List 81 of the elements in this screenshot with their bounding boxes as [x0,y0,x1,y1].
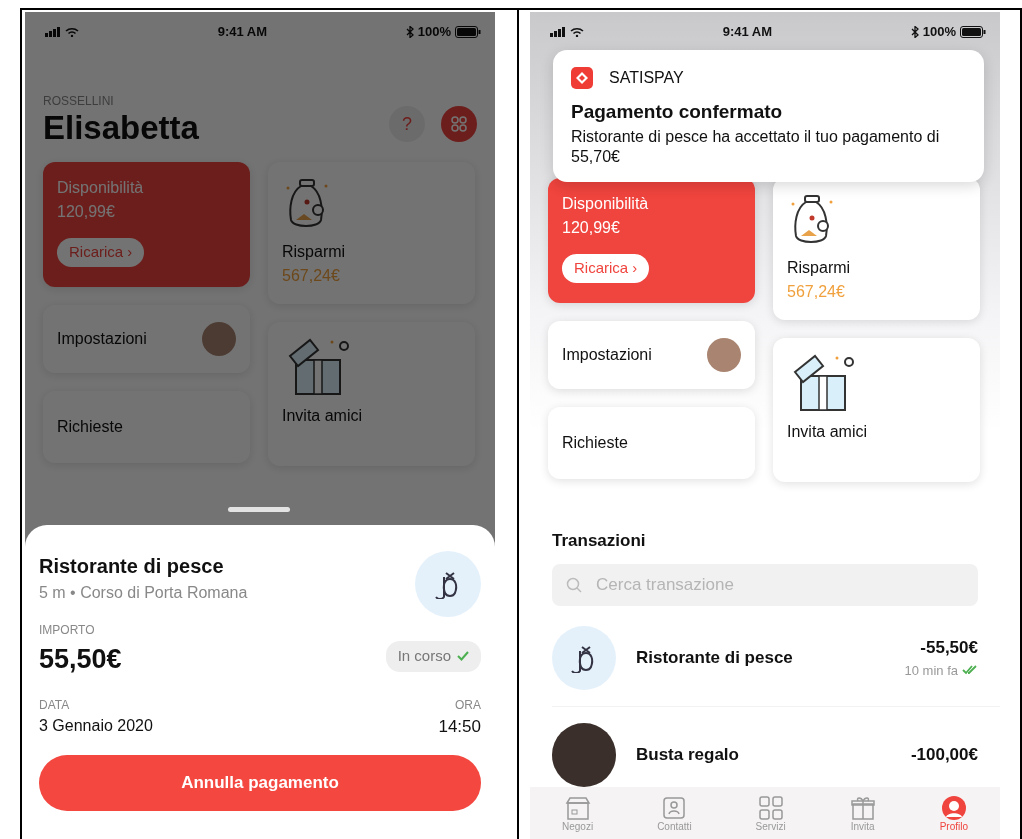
transaction-row[interactable]: Ristorante di pesce -55,50€ 10 min fa [530,625,1000,690]
wifi-icon [570,27,584,37]
transaction-amount: -55,50€ [919,637,978,660]
invite-card[interactable]: Invita amici [773,338,980,483]
requests-label: Richieste [57,417,123,438]
invite-label: Invita amici [282,406,364,427]
requests-card[interactable]: Richieste [43,391,250,464]
bluetooth-icon [910,26,919,38]
savings-card[interactable]: Risparmi 567,24€ [773,178,980,321]
app-name: SATISPAY [609,68,684,88]
contact-card-icon [661,794,688,821]
merchant-name: Ristorante di pesce [39,554,225,579]
bluetooth-icon [405,26,414,38]
battery-icon [455,26,481,38]
balance-card[interactable]: Disponibilità 120,99€ Ricarica › [43,162,250,288]
amount-label: IMPORTO [39,622,96,639]
section-title: Transazioni [551,530,647,553]
top-up-button[interactable]: Ricarica › [57,238,145,267]
balance-amount: 120,99€ [57,202,116,223]
gift-icon [849,794,876,821]
payment-amount: 55,50€ [39,643,122,676]
user-name: Elisabetta [43,110,199,147]
cancel-payment-button[interactable]: Annulla pagamento [39,755,481,811]
payment-time: 14:50 [438,715,481,738]
diamond-logo-icon [576,72,588,84]
transaction-name: Busta regalo [636,743,740,766]
settings-card[interactable]: Impostazioni [548,321,755,390]
shop-icon [564,794,591,821]
transaction-row[interactable]: Busta regalo -100,00€ [530,722,1000,787]
tab-item[interactable]: Profilo [939,794,968,832]
balance-label: Disponibilità [562,194,650,215]
savings-amount: 567,24€ [787,282,846,303]
time-label: ORA [454,696,481,714]
menu-button[interactable] [441,106,477,143]
avatar-circle [707,338,741,373]
battery-percent: 100% [922,23,956,42]
requests-label: Richieste [562,433,628,454]
check-icon [457,651,469,662]
wifi-icon [65,27,79,37]
balance-card[interactable]: Disponibilità 120,99€ Ricarica › [548,178,755,304]
tab-item[interactable]: Contatti [657,794,692,832]
profile-icon [940,794,967,821]
settings-card[interactable]: Impostazioni [43,305,250,374]
signal-icon [45,27,61,37]
status-label: In corso [397,646,451,666]
tab-item[interactable]: Servizi [755,794,786,832]
balance-label: Disponibilità [57,178,145,199]
battery-percent: 100% [417,23,451,42]
grid-icon [451,116,467,133]
drag-handle[interactable] [228,507,290,512]
savings-label: Risparmi [282,242,347,263]
status-time: 9:41 AM [722,23,773,42]
payment-date: 3 Gennaio 2020 [39,715,153,736]
notification-body: Ristorante di pesce ha accettato il tuo pagamento di 55,70€ [571,126,941,168]
savings-card[interactable]: Risparmi 567,24€ [268,162,475,305]
grid-icon [757,794,784,821]
signal-icon [550,27,566,37]
savings-amount: 567,24€ [282,266,341,287]
notification-banner[interactable]: SATISPAY Pagamento confermato Ristorante di pesce ha accettato il tuo pagamento di 55,70€ [553,50,984,183]
avatar-circle [202,322,236,357]
transaction-time: 10 min fa [904,661,958,680]
tab-item[interactable]: Negozi [562,794,594,832]
battery-icon [960,26,986,38]
balance-amount: 120,99€ [562,218,621,239]
status-time: 9:41 AM [217,23,268,42]
notification-title: Pagamento confermato [571,100,784,124]
search-field[interactable]: Cerca transazione [552,563,978,606]
date-label: DATA [39,696,71,714]
settings-label: Impostazioni [562,345,652,366]
merchant-address: 5 m • Corso di Porta Romana [39,583,248,603]
top-up-button[interactable]: Ricarica › [562,254,650,283]
settings-label: Impostazioni [57,329,147,350]
tab-item[interactable]: Invita [849,794,876,832]
help-button[interactable]: ? [389,106,425,143]
transaction-name: Ristorante di pesce [636,646,794,669]
requests-card[interactable]: Richieste [548,407,755,480]
transaction-amount: -100,00€ [910,743,978,766]
savings-label: Risparmi [787,258,852,279]
invite-label: Invita amici [787,422,869,443]
search-icon [566,576,582,593]
invite-card[interactable]: Invita amici [268,322,475,467]
